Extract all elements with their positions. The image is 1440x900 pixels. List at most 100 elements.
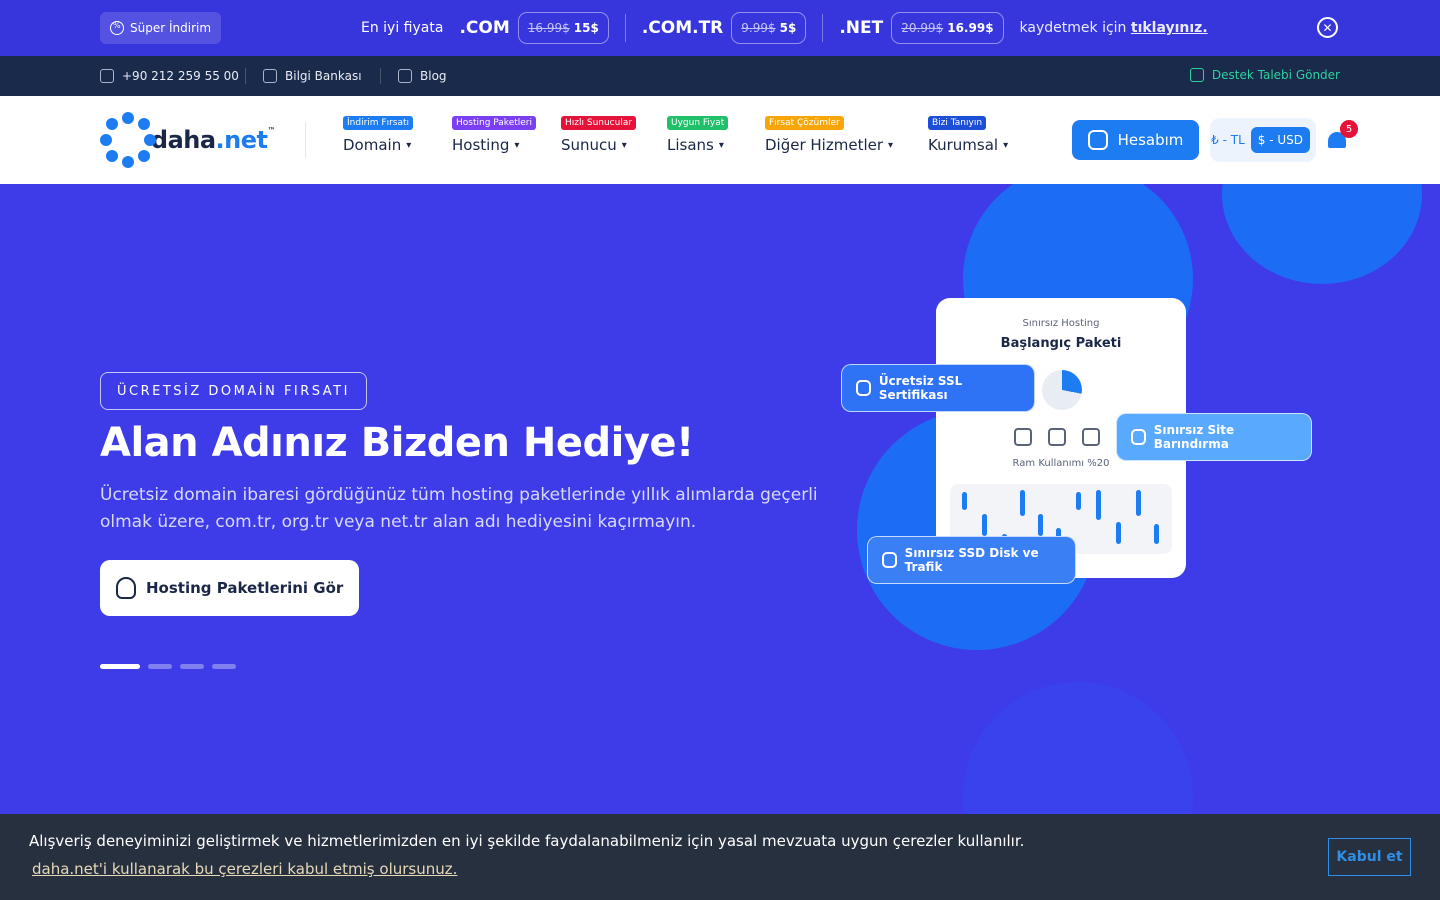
notification-count: 5 — [1340, 120, 1358, 138]
promo-lead: En iyi fiyata — [361, 20, 444, 36]
offer-price-comtr: 9.99$ 5$ — [731, 12, 807, 44]
phone-icon — [100, 69, 114, 83]
slide-dot-4[interactable] — [212, 664, 236, 669]
offer-tld-comtr: .COM.TR — [641, 18, 724, 38]
sites-icon — [1131, 429, 1146, 445]
notifications-button[interactable]: 5 — [1328, 120, 1358, 150]
blog-icon — [398, 69, 412, 83]
card-subtitle: Sınırsız Hosting — [1022, 318, 1100, 329]
usage-pie — [1042, 370, 1082, 410]
promo-link[interactable]: tıklayınız. — [1131, 20, 1208, 36]
promo-tail-text: kaydetmek için — [1019, 20, 1127, 36]
slide-dot-2[interactable] — [148, 664, 172, 669]
chevron-down-icon: ▾ — [718, 139, 724, 151]
divider — [380, 68, 381, 84]
account-button[interactable]: Hesabım — [1072, 120, 1199, 160]
close-icon[interactable]: ✕ — [1317, 17, 1338, 38]
blog-label: Blog — [420, 69, 447, 83]
nav-domain[interactable]: İndirim Fırsatı Domain ▾ — [343, 110, 414, 166]
currency-usd[interactable]: $ - USD — [1250, 127, 1310, 153]
cta-label: Hosting Paketlerini Gör — [146, 579, 344, 597]
offer-old-price: 16.99$ — [527, 21, 570, 35]
chevron-down-icon: ▾ — [514, 139, 520, 151]
offer-price-net: 20.99$ 16.99$ — [891, 12, 1004, 44]
offer-divider — [822, 14, 824, 42]
chevron-down-icon: ▾ — [1003, 139, 1009, 151]
cookie-text: Alışveriş deneyiminizi geliştirmek ve hi… — [29, 832, 1025, 850]
nav-label: Hosting — [452, 136, 510, 154]
slider-dots — [100, 664, 236, 669]
divider — [245, 68, 246, 84]
slide-dot-1[interactable] — [100, 664, 140, 669]
offer-divider — [624, 14, 626, 42]
knowledge-icon — [263, 69, 277, 83]
nav-other-services[interactable]: Fırsat Çözümler Diğer Hizmetler ▾ — [765, 110, 893, 166]
hero-title: Alan Adınız Bizden Hediye! — [100, 420, 694, 466]
nav-tag: Hızlı Sunucular — [561, 116, 637, 130]
nav-label: Kurumsal — [928, 136, 999, 154]
super-discount-badge[interactable]: Süper İndirim — [100, 12, 222, 44]
nav-tag: Hosting Paketleri — [452, 116, 537, 130]
super-discount-label: Süper İndirim — [130, 21, 212, 35]
nav-tag: İndirim Fırsatı — [343, 116, 414, 130]
nav-corporate[interactable]: Bizi Tanıyın Kurumsal ▾ — [928, 110, 1008, 166]
feature-sites-pill: Sınırsız Site Barındırma — [1116, 413, 1312, 461]
shield-icon — [856, 380, 871, 396]
hero-description: Ücretsiz domain ibaresi gördüğünüz tüm h… — [100, 485, 818, 532]
sites-icon — [1048, 428, 1066, 446]
main-header: daha.net™ İndirim Fırsatı Domain ▾ Hostin… — [0, 96, 1440, 184]
feature-ssl-label: Ücretsiz SSL Sertifikası — [878, 374, 963, 402]
card-icons — [1014, 428, 1100, 446]
logo-wordmark: daha.net™ — [150, 126, 276, 154]
support-icon — [1189, 68, 1204, 82]
feature-sites-label: Sınırsız Site Barındırma — [1153, 423, 1235, 451]
site-logo[interactable]: daha.net™ — [100, 112, 275, 168]
disk-icon — [1082, 428, 1100, 446]
chevron-down-icon: ▾ — [406, 139, 412, 151]
cookie-policy-link[interactable]: daha.net'i kullanarak bu çerezleri kabul… — [32, 860, 457, 878]
promo-bar: Süper İndirim En iyi fiyata .COM 16.99$ … — [0, 0, 1440, 56]
support-ticket-label: Destek Talebi Gönder — [1211, 68, 1340, 82]
nav-tag: Bizi Tanıyın — [928, 116, 987, 130]
blog-link[interactable]: Blog — [398, 68, 447, 84]
decor-circle — [963, 682, 1193, 814]
offer-new-price: 5$ — [779, 21, 797, 35]
offer-old-price: 9.99$ — [741, 21, 776, 35]
knowledge-base-label: Bilgi Bankası — [285, 69, 362, 83]
cookie-banner: Alışveriş deneyiminizi geliştirmek ve hi… — [0, 814, 1440, 900]
cookie-accept-button[interactable]: Kabul et — [1328, 838, 1411, 876]
header-divider — [305, 122, 306, 158]
cpu-icon — [1014, 428, 1032, 446]
knowledge-base-link[interactable]: Bilgi Bankası — [263, 68, 362, 84]
nav-label: Diğer Hizmetler — [765, 136, 884, 154]
decor-circle — [1222, 184, 1422, 284]
feature-ssl-pill: Ücretsiz SSL Sertifikası — [841, 364, 1035, 412]
hero-section: ÜCRETSİZ DOMAİN FIRSATI Alan Adınız Bizd… — [0, 184, 1440, 814]
contact-bar: +90 212 259 55 00 Bilgi Bankası Blog Des… — [0, 56, 1440, 96]
phone-link[interactable]: +90 212 259 55 00 — [100, 68, 239, 84]
offer-new-price: 16.99$ — [947, 21, 994, 35]
support-ticket-link[interactable]: Destek Talebi Gönder — [1189, 68, 1340, 82]
hero-kicker: ÜCRETSİZ DOMAİN FIRSATI — [100, 372, 367, 410]
offer-new-price: 15$ — [573, 21, 599, 35]
feature-disk-pill: Sınırsız SSD Disk ve Trafik — [867, 536, 1076, 584]
nav-license[interactable]: Uygun Fiyat Lisans ▾ — [667, 110, 729, 166]
offer-tld-net: .NET — [839, 18, 884, 38]
promo-offers: En iyi fiyata .COM 16.99$ 15$ .COM.TR 9.… — [361, 12, 1208, 44]
hosting-packages-button[interactable]: Hosting Paketlerini Gör — [100, 560, 360, 616]
nav-label: Sunucu — [561, 136, 617, 154]
nav-hosting[interactable]: Hosting Paketleri Hosting ▾ — [452, 110, 537, 166]
disk-icon — [882, 552, 897, 568]
chevron-down-icon: ▾ — [621, 139, 627, 151]
account-label: Hesabım — [1117, 131, 1184, 149]
nav-server[interactable]: Hızlı Sunucular Sunucu ▾ — [561, 110, 637, 166]
currency-tl[interactable]: ₺ - TL — [1211, 133, 1245, 147]
currency-switcher: ₺ - TL $ - USD — [1210, 118, 1316, 162]
nav-label: Domain — [343, 136, 402, 154]
offer-price-com: 16.99$ 15$ — [517, 12, 609, 44]
phone-number: +90 212 259 55 00 — [122, 69, 239, 83]
feature-disk-label: Sınırsız SSD Disk ve Trafik — [904, 546, 1039, 574]
nav-tag: Uygun Fiyat — [667, 116, 729, 130]
offer-old-price: 20.99$ — [901, 21, 944, 35]
slide-dot-3[interactable] — [180, 664, 204, 669]
